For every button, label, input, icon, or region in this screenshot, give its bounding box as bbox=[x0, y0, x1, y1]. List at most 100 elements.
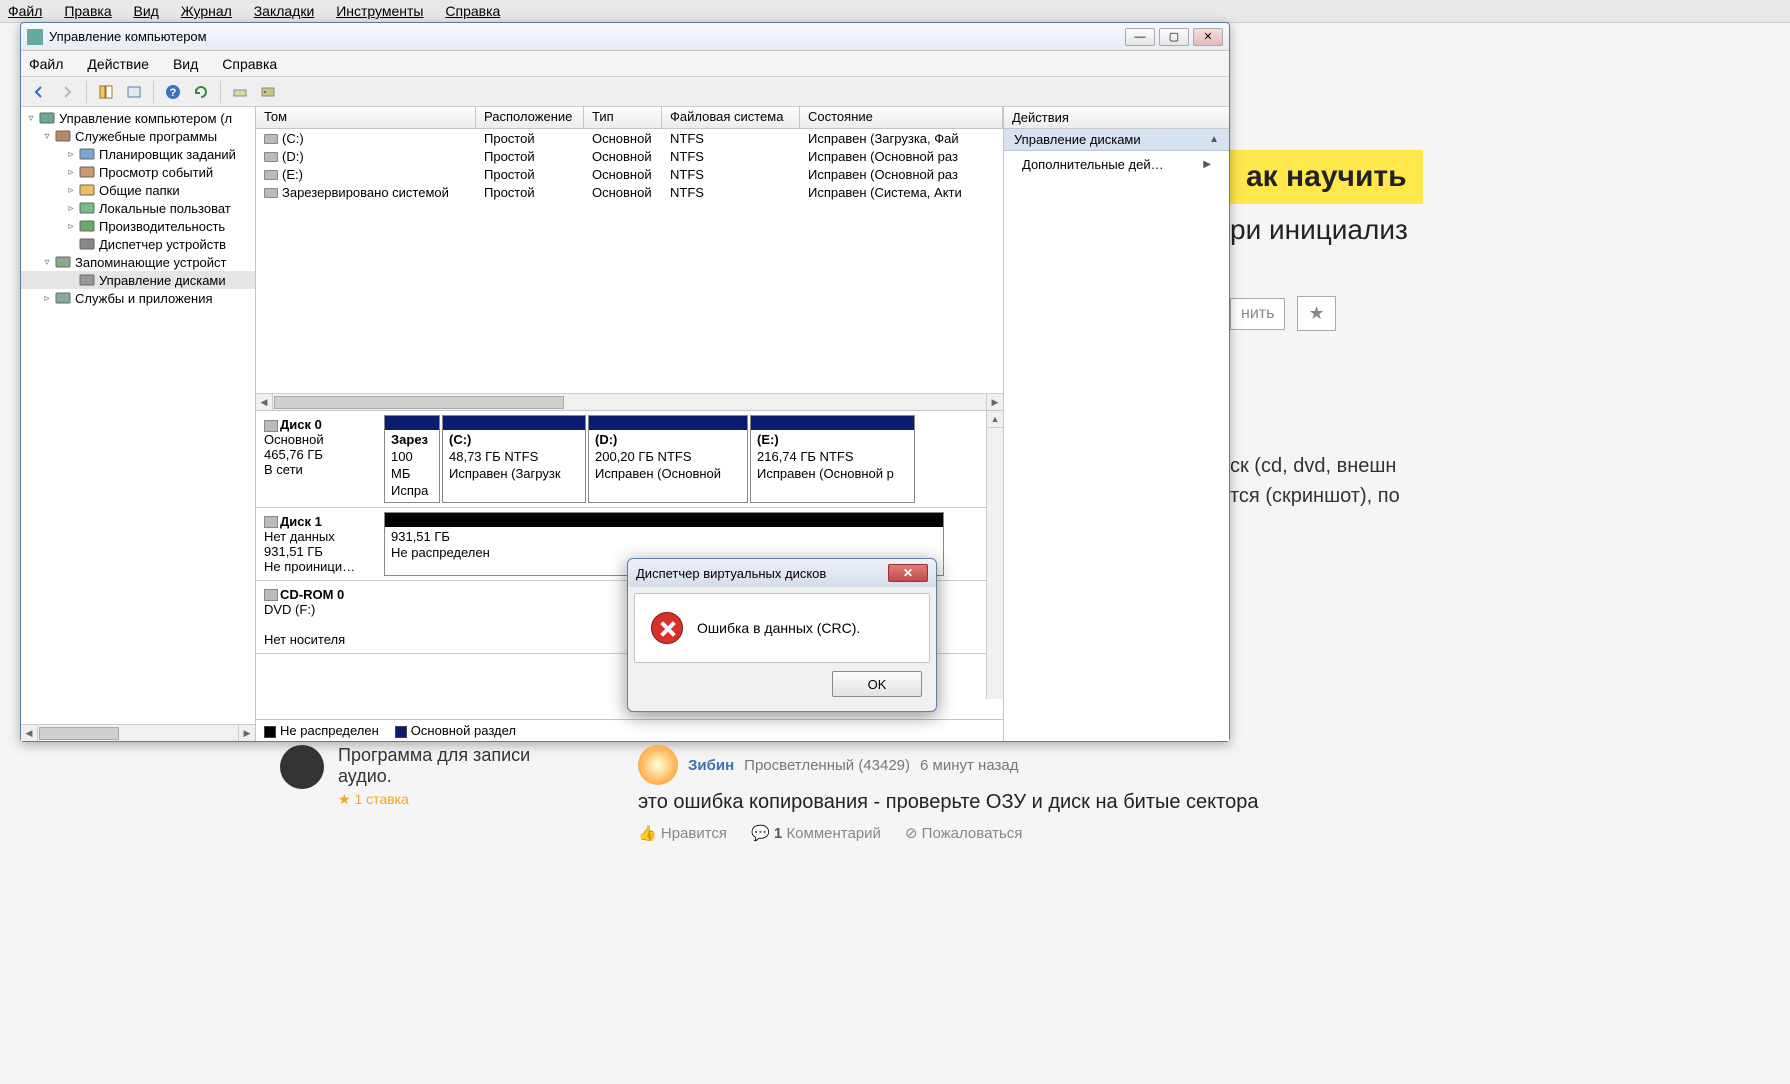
partition[interactable]: (E:)216,74 ГБ NTFSИсправен (Основной р bbox=[750, 415, 915, 503]
tree-item-folder[interactable]: ▹ Общие папки bbox=[21, 181, 255, 199]
menu-edit[interactable]: Правка bbox=[64, 3, 111, 19]
expander-icon[interactable]: ▹ bbox=[65, 185, 77, 196]
maximize-button[interactable]: ▢ bbox=[1159, 28, 1189, 46]
menu-file[interactable]: Файл bbox=[8, 3, 42, 19]
disk-settings-button[interactable] bbox=[228, 80, 252, 104]
answer-block: Зибин Просветленный (43429) 6 минут наза… bbox=[638, 745, 1770, 842]
tree-item-tools[interactable]: ▿ Служебные программы bbox=[21, 127, 255, 145]
menu-history[interactable]: Журнал bbox=[181, 3, 232, 19]
scroll-thumb[interactable] bbox=[274, 396, 564, 409]
tree-item-storage[interactable]: ▿Запоминающие устройст bbox=[21, 253, 255, 271]
action-more[interactable]: Дополнительные дей…▶ bbox=[1004, 151, 1229, 178]
forward-button[interactable] bbox=[55, 80, 79, 104]
volume-row[interactable]: (D:)ПростойОсновнойNTFSИсправен (Основно… bbox=[256, 147, 1003, 165]
tree-item-label: Управление дисками bbox=[99, 273, 226, 288]
ok-button[interactable]: OK bbox=[832, 671, 922, 697]
col-type[interactable]: Тип bbox=[584, 107, 662, 128]
expander-icon[interactable]: ▹ bbox=[65, 221, 77, 232]
expander-icon[interactable]: ▹ bbox=[65, 149, 77, 160]
comments-button[interactable]: 💬 1 Комментарий bbox=[751, 824, 881, 842]
disk-icon bbox=[264, 516, 278, 528]
scroll-up-icon[interactable]: ▲ bbox=[987, 411, 1003, 428]
help-button[interactable]: ? bbox=[161, 80, 185, 104]
menu-view[interactable]: Вид bbox=[173, 56, 198, 72]
partition[interactable]: (D:)200,20 ГБ NTFSИсправен (Основной bbox=[588, 415, 748, 503]
tree-item-clock[interactable]: ▹Планировщик заданий bbox=[21, 145, 255, 163]
menu-help[interactable]: Справка bbox=[445, 3, 500, 19]
expander-icon[interactable]: ▿ bbox=[41, 131, 53, 142]
tree-item-users[interactable]: ▹Локальные пользоват bbox=[21, 199, 255, 217]
tree-item-label: Общие папки bbox=[99, 183, 180, 198]
menu-file[interactable]: Файл bbox=[29, 56, 63, 72]
tree-item-computer[interactable]: ▿Управление компьютером (л bbox=[21, 109, 255, 127]
report-button[interactable]: ⊘ Пожаловаться bbox=[905, 824, 1022, 842]
minimize-button[interactable]: — bbox=[1125, 28, 1155, 46]
menu-view[interactable]: Вид bbox=[134, 3, 159, 19]
like-button[interactable]: 👍 Нравится bbox=[638, 824, 727, 842]
scroll-right-icon[interactable]: ▶ bbox=[238, 725, 255, 741]
close-button[interactable]: ✕ bbox=[1193, 28, 1223, 46]
dialog-close-button[interactable]: ✕ bbox=[888, 564, 928, 582]
scroll-thumb[interactable] bbox=[39, 727, 119, 740]
show-hide-tree-button[interactable] bbox=[94, 80, 118, 104]
scroll-right-icon[interactable]: ▶ bbox=[986, 394, 1003, 411]
services-icon bbox=[55, 290, 71, 306]
expander-icon[interactable]: ▿ bbox=[25, 113, 37, 124]
volume-row[interactable]: (C:)ПростойОсновнойNTFSИсправен (Загрузк… bbox=[256, 129, 1003, 147]
tree-item-disks[interactable]: Управление дисками bbox=[21, 271, 255, 289]
disk-icon bbox=[264, 589, 278, 601]
menu-bookmarks[interactable]: Закладки bbox=[254, 3, 315, 19]
star-button[interactable]: ★ bbox=[1297, 296, 1335, 331]
disk-icon bbox=[264, 420, 278, 432]
tree-item-label: Служебные программы bbox=[75, 129, 217, 144]
col-status[interactable]: Состояние bbox=[800, 107, 1003, 128]
scroll-left-icon[interactable]: ◀ bbox=[256, 394, 273, 411]
answer-user[interactable]: Зибин bbox=[688, 757, 734, 774]
volume-hscrollbar[interactable]: ◀ ▶ bbox=[256, 393, 1003, 410]
expander-icon[interactable]: ▹ bbox=[41, 293, 53, 304]
back-button[interactable] bbox=[27, 80, 51, 104]
dialog-titlebar[interactable]: Диспетчер виртуальных дисков ✕ bbox=[628, 559, 936, 587]
properties-button[interactable] bbox=[122, 80, 146, 104]
titlebar[interactable]: Управление компьютером — ▢ ✕ bbox=[21, 23, 1229, 51]
tree-panel: ▿Управление компьютером (л▿Служебные про… bbox=[21, 107, 256, 741]
answer-text: это ошибка копирования - проверьте ОЗУ и… bbox=[638, 791, 1770, 814]
legend-swatch-primary bbox=[395, 726, 407, 738]
computer-management-window: Управление компьютером — ▢ ✕ Файл Действ… bbox=[20, 22, 1230, 742]
tree-item-device[interactable]: Диспетчер устройств bbox=[21, 235, 255, 253]
legend: Не распределен Основной раздел bbox=[256, 719, 1003, 741]
col-layout[interactable]: Расположение bbox=[476, 107, 584, 128]
col-volume[interactable]: Том bbox=[256, 107, 476, 128]
action-group-disk-mgmt[interactable]: Управление дисками▲ bbox=[1004, 129, 1229, 151]
menu-tools[interactable]: Инструменты bbox=[336, 3, 423, 19]
tree-hscrollbar[interactable]: ◀ ▶ bbox=[21, 724, 255, 741]
menu-action[interactable]: Действие bbox=[87, 56, 149, 72]
save-button-frag[interactable]: нить bbox=[1230, 298, 1285, 330]
answer-time: 6 минут назад bbox=[920, 757, 1018, 774]
tree-item-label: Диспетчер устройств bbox=[99, 237, 226, 252]
expander-icon[interactable]: ▹ bbox=[65, 167, 77, 178]
scroll-left-icon[interactable]: ◀ bbox=[21, 725, 38, 741]
disk-row[interactable]: Диск 0Основной465,76 ГБВ сетиЗарез100 МБ… bbox=[256, 411, 1003, 508]
refresh-button[interactable] bbox=[189, 80, 213, 104]
partition[interactable]: Зарез100 МБИспра bbox=[384, 415, 440, 503]
expander-icon[interactable]: ▹ bbox=[65, 203, 77, 214]
tree-item-events[interactable]: ▹Просмотр событий bbox=[21, 163, 255, 181]
expander-icon[interactable]: ▿ bbox=[41, 257, 53, 268]
recommendation-item[interactable]: Программа для записи аудио. ★ 1 ставка bbox=[280, 745, 578, 842]
menu-help[interactable]: Справка bbox=[222, 56, 277, 72]
volume-row[interactable]: Зарезервировано системойПростойОсновнойN… bbox=[256, 183, 1003, 201]
partition[interactable]: (C:)48,73 ГБ NTFSИсправен (Загрузк bbox=[442, 415, 586, 503]
volume-row[interactable]: (E:)ПростойОсновнойNTFSИсправен (Основно… bbox=[256, 165, 1003, 183]
disk-view-button[interactable] bbox=[256, 80, 280, 104]
disk-label: Диск 0Основной465,76 ГБВ сети bbox=[256, 411, 380, 507]
col-fs[interactable]: Файловая система bbox=[662, 107, 800, 128]
tree-item-perf[interactable]: ▹Производительность bbox=[21, 217, 255, 235]
volume-icon bbox=[264, 188, 278, 198]
error-dialog: Диспетчер виртуальных дисков ✕ Ошибка в … bbox=[627, 558, 937, 712]
bg-text-2: тся (скриншот), по bbox=[1230, 481, 1790, 511]
comment-icon: 💬 bbox=[751, 825, 770, 842]
tree-item-services[interactable]: ▹Службы и приложения bbox=[21, 289, 255, 307]
folder-icon bbox=[79, 182, 95, 198]
disk-vscrollbar[interactable]: ▲ bbox=[986, 411, 1003, 699]
